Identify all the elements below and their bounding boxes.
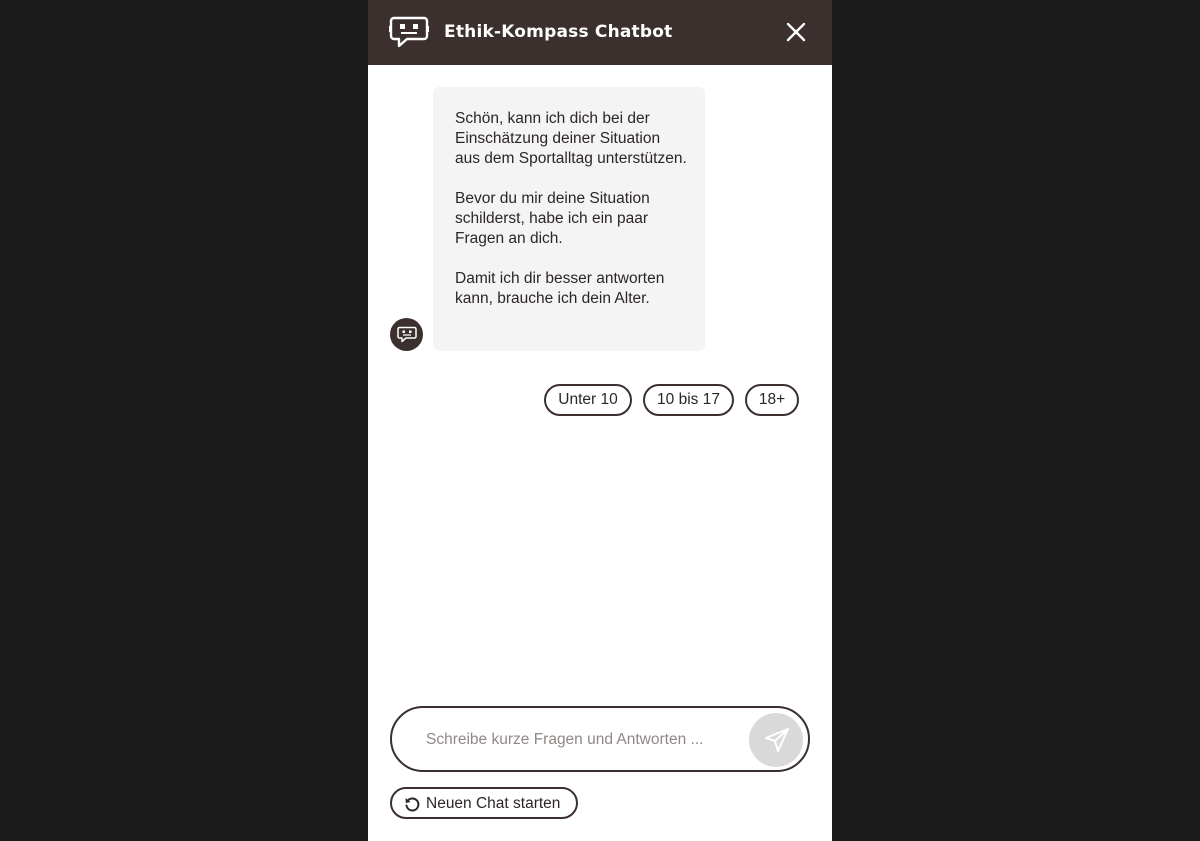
chat-header: Ethik-Kompass Chatbot — [368, 0, 832, 65]
new-chat-button[interactable]: Neuen Chat starten — [390, 787, 578, 819]
chat-panel: Ethik-Kompass Chatbot Schön, kann ich di… — [368, 0, 832, 841]
bot-message-paragraph: Bevor du mir deine Situation schilderst,… — [455, 190, 650, 247]
message-composer — [390, 706, 810, 772]
bot-avatar — [390, 318, 423, 351]
quick-reply-18-plus[interactable]: 18+ — [745, 384, 799, 416]
bot-message-bubble: Schön, kann ich dich bei der Einschätzun… — [433, 87, 705, 351]
chatbot-robot-icon — [397, 326, 417, 343]
restart-icon — [405, 797, 420, 812]
send-button[interactable] — [749, 713, 803, 767]
chatbot-robot-icon — [389, 16, 429, 48]
bot-message-paragraph: Schön, kann ich dich bei der Einschätzun… — [455, 110, 687, 167]
bot-message-paragraph: Damit ich dir besser antworten kann, bra… — [455, 270, 665, 307]
quick-reply-10-to-17[interactable]: 10 bis 17 — [643, 384, 734, 416]
close-icon[interactable] — [784, 20, 808, 44]
chat-title: Ethik-Kompass Chatbot — [444, 22, 673, 42]
new-chat-label: Neuen Chat starten — [426, 795, 561, 812]
message-input[interactable] — [424, 726, 728, 754]
quick-reply-under-10[interactable]: Unter 10 — [544, 384, 632, 416]
send-icon — [765, 728, 789, 752]
